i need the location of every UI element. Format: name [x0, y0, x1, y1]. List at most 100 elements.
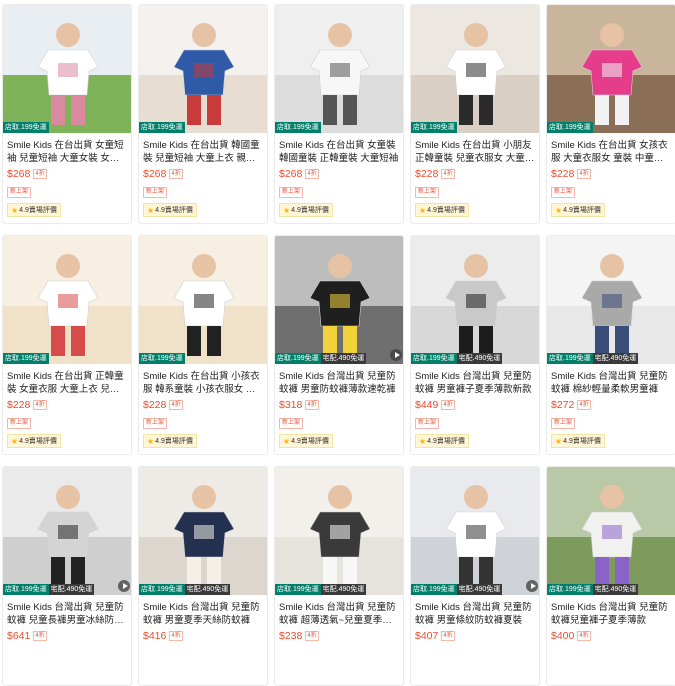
- product-card[interactable]: 店取.199免運 Smile Kids 在台出貨 女童短袖 兒童短袖 大童女裝 女…: [2, 4, 132, 224]
- product-card[interactable]: 店取.199免運 宅配.490免運 Smile Kids 台灣出貨 兒童防蚊褲兒童褲…: [546, 466, 675, 686]
- shop-rating-badge: ★ 4.9 賣場評價: [143, 434, 197, 448]
- product-title[interactable]: Smile Kids 台灣出貨 兒童防蚊褲 棉紗輕量柔軟男童褲: [551, 370, 671, 396]
- new-arrival-badge: 新上架: [551, 418, 576, 429]
- product-image[interactable]: 店取.199免運 宅配.490免運: [139, 467, 267, 595]
- store-pickup-tag: 店取.199免運: [411, 584, 457, 595]
- product-photo: [3, 236, 131, 364]
- star-icon: ★: [11, 436, 19, 446]
- product-image[interactable]: 店取.199免運: [275, 5, 403, 133]
- product-image[interactable]: 店取.199免運 宅配.490免運: [411, 467, 539, 595]
- product-image[interactable]: 店取.199免運 宅配.490免運: [547, 236, 675, 364]
- new-arrival-badge: 新上架: [7, 418, 32, 429]
- product-card[interactable]: 店取.199免運 Smile Kids 在台出貨 小孩衣服 韓系童裝 小孩衣服女 …: [138, 235, 268, 455]
- product-info: Smile Kids 台灣出貨 兒童防蚊褲 超薄透氣~兒童夏季防蚊褲 $2384折: [275, 595, 403, 642]
- product-photo: [547, 467, 675, 595]
- discount-badge: 4折: [33, 631, 47, 641]
- product-title[interactable]: Smile Kids 台灣出貨 兒童防蚊褲 男童條紋防蚊褲夏裝: [415, 601, 535, 627]
- product-image[interactable]: 店取.199免運 宅配.490免運: [275, 236, 403, 364]
- product-image[interactable]: 店取.199免運: [547, 5, 675, 133]
- shipping-tags: 店取.199免運 宅配.490免運: [411, 353, 503, 364]
- product-title[interactable]: Smile Kids 在台出貨 女童裝 韓國童裝 正韓童裝 大童短袖: [279, 139, 399, 165]
- product-photo: [275, 5, 403, 133]
- product-image[interactable]: 店取.199免運: [139, 236, 267, 364]
- product-image[interactable]: 店取.199免運 宅配.490免運: [411, 236, 539, 364]
- product-card[interactable]: 店取.199免運 宅配.490免運 Smile Kids 台灣出貨 兒童防蚊褲 男童…: [410, 466, 540, 686]
- product-card[interactable]: 店取.199免運 宅配.490免運 Smile Kids 台灣出貨 兒童防蚊褲 男童…: [138, 466, 268, 686]
- product-photo: [547, 5, 675, 133]
- video-play-icon[interactable]: [526, 580, 538, 592]
- product-price: $268: [143, 168, 167, 180]
- product-title[interactable]: Smile Kids 台灣出貨 兒童防蚊褲 男童防蚊褲薄款速乾褲: [279, 370, 399, 396]
- product-price: $449: [415, 399, 439, 411]
- product-card[interactable]: 店取.199免運 宅配.490免運 Smile Kids 台灣出貨 兒童防蚊褲 超薄…: [274, 466, 404, 686]
- store-pickup-tag: 店取.199免運: [139, 353, 185, 364]
- product-card[interactable]: 店取.199免運 Smile Kids 在台出貨 小朋友 正韓童裝 兒童衣服女 大…: [410, 4, 540, 224]
- price-row: $228 4折: [143, 399, 263, 411]
- product-card[interactable]: 店取.199免運 Smile Kids 在台出貨 女孩衣服 大童衣服女 童裝 中童…: [546, 4, 675, 224]
- video-play-icon[interactable]: [118, 580, 130, 592]
- product-price: $272: [551, 399, 575, 411]
- product-title[interactable]: Smile Kids 在台出貨 女童短袖 兒童短袖 大童女裝 女童T恤: [7, 139, 127, 165]
- new-arrival-badge: 新上架: [279, 187, 304, 198]
- shipping-tags: 店取.199免運 宅配.490免運: [547, 353, 639, 364]
- product-image[interactable]: 店取.199免運 宅配.490免運: [547, 467, 675, 595]
- new-arrival-badge: 新上架: [143, 187, 168, 198]
- discount-badge: 4折: [441, 169, 455, 179]
- product-image[interactable]: 店取.199免運: [411, 5, 539, 133]
- star-icon: ★: [283, 205, 291, 215]
- shop-rating-badge: ★ 4.9 賣場評價: [7, 434, 61, 448]
- store-pickup-tag: 店取.199免運: [411, 353, 457, 364]
- product-title[interactable]: Smile Kids 在台出貨 小孩衣服 韓系童裝 小孩衣服女 兒童短袖: [143, 370, 263, 396]
- rating-value: 4.9: [563, 206, 573, 214]
- product-title[interactable]: Smile Kids 台灣出貨 兒童防蚊褲兒童褲子夏季薄款: [551, 601, 671, 627]
- product-title[interactable]: Smile Kids 台灣出貨 兒童防蚊褲 男童夏季天絲防蚊褲: [143, 601, 263, 627]
- product-title[interactable]: Smile Kids 台灣出貨 兒童防蚊褲 男童褲子夏季薄款新款: [415, 370, 535, 396]
- rating-label: 賣場評價: [28, 207, 57, 214]
- product-card[interactable]: 店取.199免運 Smile Kids 在台出貨 正韓童裝 女童衣服 大童上衣 兒…: [2, 235, 132, 455]
- product-title[interactable]: Smile Kids 台灣出貨 兒童防蚊褲 超薄透氣~兒童夏季防蚊褲: [279, 601, 399, 627]
- product-price: $641: [7, 630, 31, 642]
- product-photo: [3, 5, 131, 133]
- product-photo: [275, 467, 403, 595]
- product-price: $268: [279, 168, 303, 180]
- rating-value: 4.9: [427, 437, 437, 445]
- rating-label: 賣場評價: [300, 207, 329, 214]
- discount-badge: 4折: [305, 631, 319, 641]
- product-info: Smile Kids 台灣出貨 兒童防蚊褲 男童褲子夏季薄款新款 $449 4折 新上…: [411, 364, 539, 449]
- product-image[interactable]: 店取.199免運 宅配.490免運: [3, 467, 131, 595]
- price-row: $272 4折: [551, 399, 671, 411]
- new-arrival-badge: 新上架: [551, 187, 576, 198]
- product-title[interactable]: Smile Kids 在台出貨 小朋友 正韓童裝 兒童衣服女 大童女裝: [415, 139, 535, 165]
- discount-badge: 4折: [169, 400, 183, 410]
- product-image[interactable]: 店取.199免運: [3, 5, 131, 133]
- product-card[interactable]: 店取.199免運 宅配.490免運 Smile Kids 台灣出貨 兒童防蚊褲 男童…: [274, 235, 404, 455]
- new-arrival-badge: 新上架: [415, 187, 440, 198]
- shipping-tags: 店取.199免運: [139, 353, 185, 364]
- product-info: Smile Kids 台灣出貨 兒童防蚊褲 男童防蚊褲薄款速乾褲 $318 4折 新上…: [275, 364, 403, 449]
- product-card[interactable]: 店取.199免運 Smile Kids 在台出貨 韓國童裝 兒童短袖 大童上衣 親…: [138, 4, 268, 224]
- rating-label: 賣場評價: [436, 207, 465, 214]
- product-photo: [275, 236, 403, 364]
- product-card[interactable]: 店取.199免運 宅配.490免運 Smile Kids 台灣出貨 兒童防蚊褲 男童…: [410, 235, 540, 455]
- product-title[interactable]: Smile Kids 台灣出貨 兒童防蚊褲 兒童長褲男童冰絲防蚊褲: [7, 601, 127, 627]
- product-image[interactable]: 店取.199免運: [3, 236, 131, 364]
- star-icon: ★: [147, 205, 155, 215]
- product-title[interactable]: Smile Kids 在台出貨 韓國童裝 兒童短袖 大童上衣 親子裝: [143, 139, 263, 165]
- product-photo: [411, 467, 539, 595]
- product-card[interactable]: 店取.199免運 宅配.490免運 Smile Kids 台灣出貨 兒童防蚊褲 兒童…: [2, 466, 132, 686]
- product-info: Smile Kids 在台出貨 小孩衣服 韓系童裝 小孩衣服女 兒童短袖 $228…: [139, 364, 267, 449]
- star-icon: ★: [147, 436, 155, 446]
- product-card[interactable]: 店取.199免運 Smile Kids 在台出貨 女童裝 韓國童裝 正韓童裝 大童…: [274, 4, 404, 224]
- shop-rating-badge: ★ 4.9 賣場評價: [279, 434, 333, 448]
- product-card[interactable]: 店取.199免運 宅配.490免運 Smile Kids 台灣出貨 兒童防蚊褲 棉紗…: [546, 235, 675, 455]
- product-info: Smile Kids 台灣出貨 兒童防蚊褲 兒童長褲男童冰絲防蚊褲 $6414折: [3, 595, 131, 642]
- video-play-icon[interactable]: [390, 349, 402, 361]
- product-title[interactable]: Smile Kids 在台出貨 正韓童裝 女童衣服 大童上衣 兒童短袖: [7, 370, 127, 396]
- product-image[interactable]: 店取.199免運 宅配.490免運: [275, 467, 403, 595]
- product-image[interactable]: 店取.199免運: [139, 5, 267, 133]
- shipping-tags: 店取.199免運: [275, 122, 321, 133]
- product-title[interactable]: Smile Kids 在台出貨 女孩衣服 大童衣服女 童裝 中童短袖: [551, 139, 671, 165]
- product-info: Smile Kids 在台出貨 女孩衣服 大童衣服女 童裝 中童短袖 $2284折…: [547, 133, 675, 218]
- rating-value: 4.9: [427, 206, 437, 214]
- star-icon: ★: [419, 205, 427, 215]
